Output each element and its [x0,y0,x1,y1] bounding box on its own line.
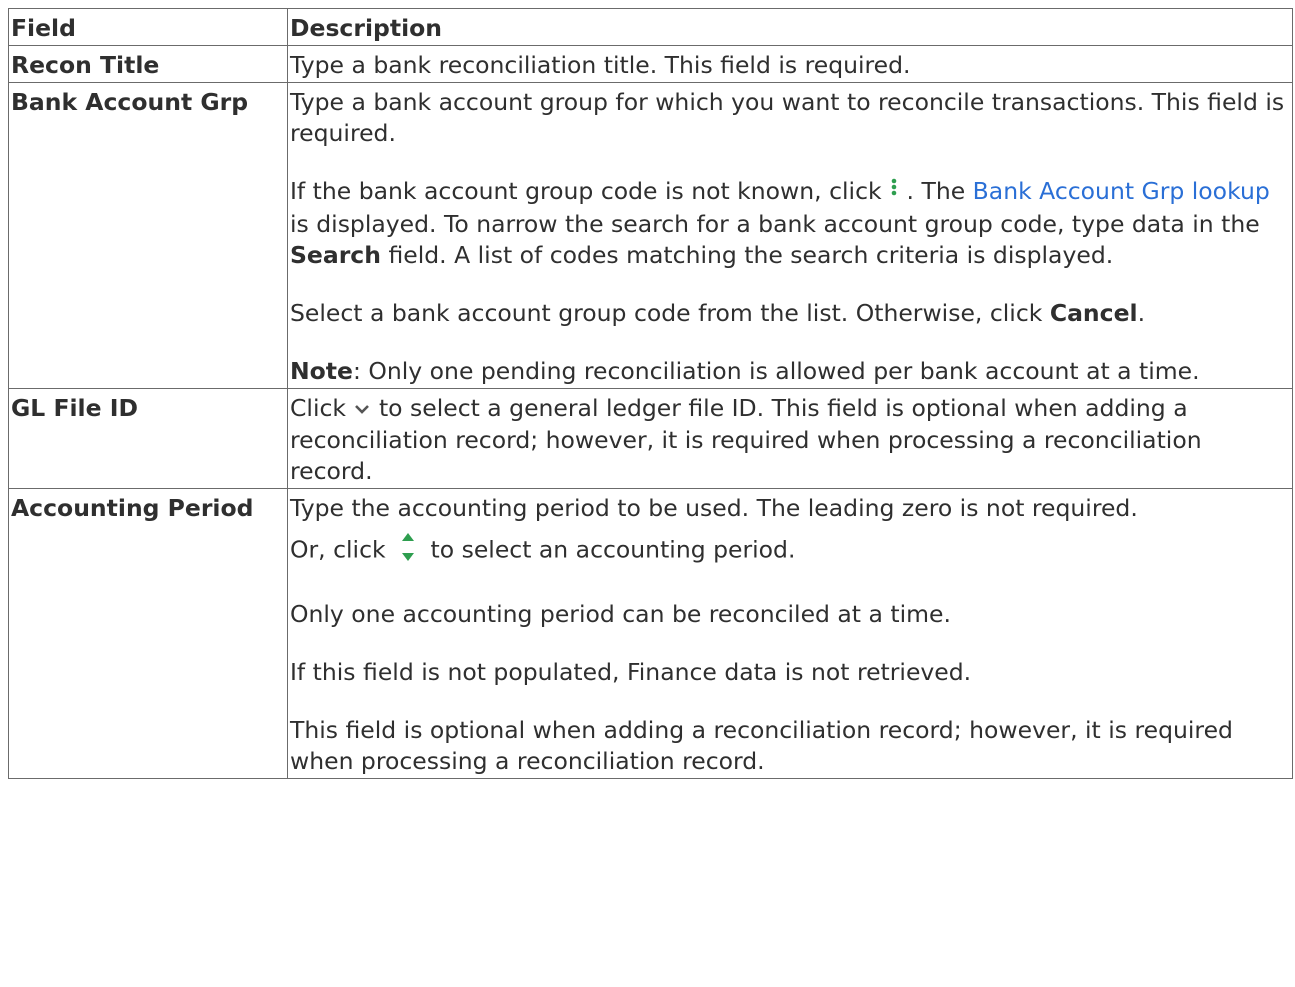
header-row: Field Description [8,8,1293,46]
paragraph: Or, click to select an accounting period… [290,530,1290,572]
field-name-recon-title: Recon Title [8,45,288,83]
paragraph: Select a bank account group code from th… [290,298,1290,329]
text: to select an accounting period. [423,535,796,563]
header-field: Field [8,8,288,46]
table-row: Bank Account Grp Type a bank account gro… [8,82,1293,389]
text: : Only one pending reconciliation is all… [352,356,1200,385]
paragraph: This field is optional when adding a rec… [290,715,1233,775]
paragraph: If the bank account group code is not kn… [290,176,1290,271]
table-row: Recon Title Type a bank reconciliation t… [8,45,1293,83]
text: is displayed. To narrow the search for a… [290,209,1260,238]
description-recon-title: Type a bank reconciliation title. This f… [287,45,1293,83]
paragraph: Only one accounting period can be reconc… [290,599,951,628]
text: Click [290,393,354,422]
cancel-term: Cancel [1049,298,1138,327]
bank-account-grp-lookup-link[interactable]: Bank Account Grp lookup [973,177,1270,205]
text: to select a general ledger file ID. This… [290,393,1202,485]
field-name-bank-account-grp: Bank Account Grp [8,82,288,389]
text: If the bank account group code is not kn… [290,177,890,205]
text: Or, click [290,535,394,563]
description-bank-account-grp: Type a bank account group for which you … [287,82,1293,389]
description-gl-file-id: Click to select a general ledger file ID… [287,387,1293,489]
paragraph: Type the accounting period to be used. T… [290,493,1138,522]
text: field. A list of codes matching the sear… [380,240,1114,269]
field-description-table: Field Description Recon Title Type a ban… [8,8,1293,779]
header-description: Description [287,8,1293,46]
field-name-accounting-period: Accounting Period [8,487,288,779]
text: Select a bank account group code from th… [290,298,1050,327]
vertical-ellipsis-icon [889,177,899,209]
table-row: Accounting Period Type the accounting pe… [8,487,1293,779]
note-label: Note [290,356,353,385]
spinner-arrows-icon [393,530,423,572]
search-term: Search [290,240,381,269]
field-name-gl-file-id: GL File ID [8,387,288,489]
text: . The [899,177,973,205]
text: . [1137,298,1146,327]
table-row: GL File ID Click to select a general led… [8,387,1293,489]
description-accounting-period: Type the accounting period to be used. T… [287,487,1293,779]
paragraph: Note: Only one pending reconciliation is… [290,356,1290,387]
paragraph: If this field is not populated, Finance … [290,657,972,686]
paragraph: Type a bank account group for which you … [290,88,1285,147]
chevron-down-icon [353,394,371,425]
